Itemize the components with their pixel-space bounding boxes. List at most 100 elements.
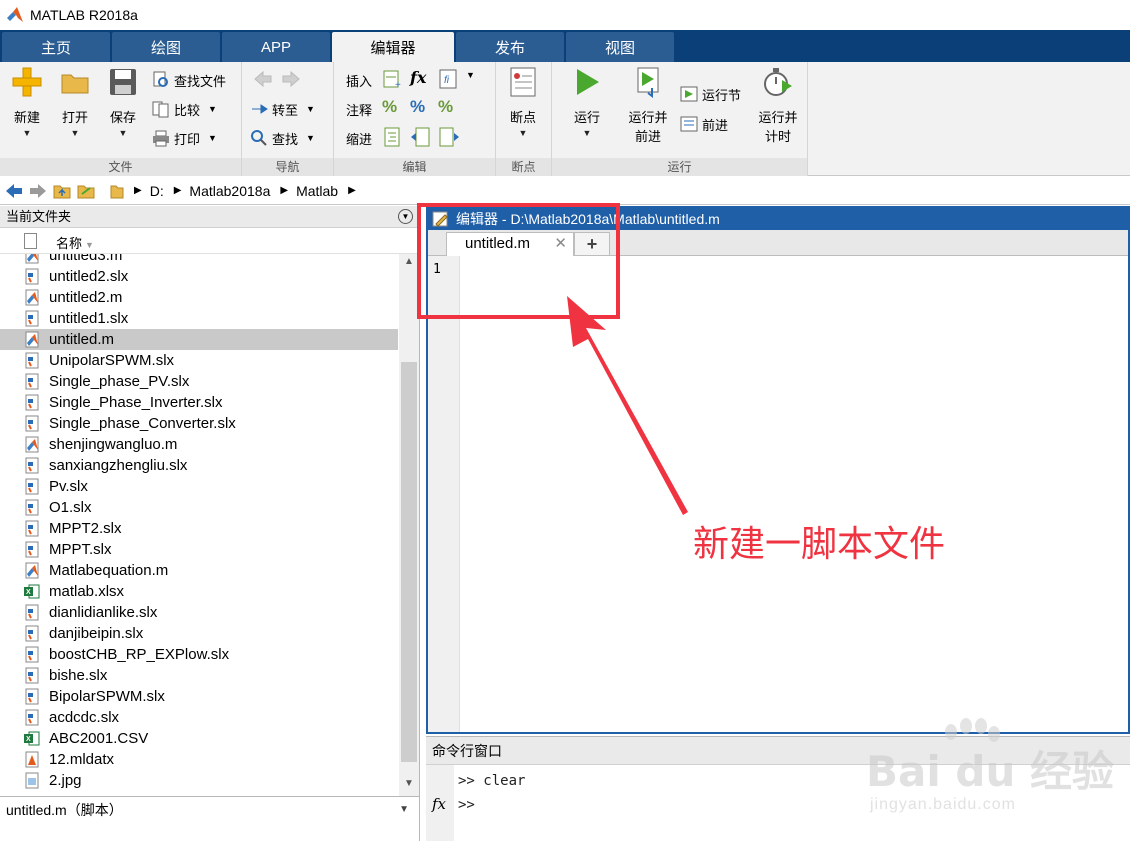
close-tab-icon[interactable]: ✕ [554,233,567,255]
file-row[interactable]: MPPT.slx [0,539,398,560]
annotation-text: 新建一脚本文件 [693,524,946,565]
file-row[interactable]: shenjingwangluo.m [0,434,398,455]
file-row[interactable]: 12.mldatx [0,749,398,770]
file-row[interactable]: untitled2.m [0,287,398,308]
find-files-button[interactable]: 查找文件 [152,68,226,92]
save-button[interactable]: 保存 ▼ [100,66,146,138]
ribbon: 新建 ▼ 打开 ▼ 保存 ▼ 查找文件 比较 ▼ 打印 ▼ 文件 转至 ▼ 查找… [0,62,1130,176]
editor-pencil-icon [432,211,448,227]
uncomment-percent-icon[interactable]: % [410,97,432,119]
current-folder-header: 当前文件夹 ▼ [0,206,419,228]
comment-percent-icon[interactable]: % [382,97,404,119]
tab-untitled-m[interactable]: untitled.m ✕ [446,232,574,256]
mldatx-file-icon [24,751,40,768]
fx-icon[interactable]: fx [410,68,432,90]
file-name: untitled2.m [49,289,123,306]
file-row[interactable]: dianlidianlike.slx [0,602,398,623]
breadcrumb-matlab[interactable]: Matlab [296,183,338,199]
matlab-script-icon [24,254,40,264]
decrease-indent-icon[interactable] [410,126,432,148]
file-row[interactable]: untitled3.m [0,254,398,266]
file-row[interactable]: X ABC2001.CSV [0,728,398,749]
up-folder-icon[interactable] [52,182,72,200]
back-icon[interactable] [252,68,274,90]
simulink-model-icon [24,688,40,705]
file-row[interactable]: UnipolarSPWM.slx [0,350,398,371]
forward-arrow-icon[interactable] [28,182,48,200]
file-list-scrollbar[interactable]: ▲ ▼ [399,254,419,796]
new-button[interactable]: 新建 ▼ [4,66,50,138]
file-row[interactable]: 2.jpg [0,770,398,791]
panel-menu-icon[interactable]: ▼ [398,209,413,224]
tab-publish[interactable]: 发布 [456,32,564,62]
file-row[interactable]: untitled1.slx [0,308,398,329]
file-row[interactable]: O1.slx [0,497,398,518]
file-row[interactable]: Xmatlab.xlsx [0,581,398,602]
open-button[interactable]: 打开 ▼ [52,66,98,138]
scrollbar-thumb[interactable] [401,362,417,762]
file-row[interactable]: BipolarSPWM.slx [0,686,398,707]
find-button[interactable]: 查找 ▼ [250,126,315,150]
file-row[interactable]: Matlabequation.m [0,560,398,581]
file-row[interactable]: acdcdc.slx [0,707,398,728]
tab-plots[interactable]: 绘图 [112,32,220,62]
excel-file-icon: X [24,730,40,747]
browse-folder-icon[interactable] [76,182,96,200]
increase-indent-icon[interactable] [438,126,460,148]
file-group: 新建 ▼ 打开 ▼ 保存 ▼ 查找文件 比较 ▼ 打印 ▼ 文件 [0,62,242,176]
run-and-time-button[interactable]: 运行并 计时 [752,66,804,145]
run-and-advance-button[interactable]: 运行并 前进 [622,66,674,145]
advance-button[interactable]: 前进 [680,112,728,136]
run-button[interactable]: 运行 ▼ [564,66,610,138]
wrap-comment-icon[interactable]: % [438,97,460,119]
file-row[interactable]: bishe.slx [0,665,398,686]
dropdown-arrow-icon[interactable]: ▼ [466,70,488,92]
insert-function-icon[interactable]: fi [438,68,460,90]
compare-button[interactable]: 比较 ▼ [152,97,217,121]
chevron-down-icon[interactable]: ▼ [399,797,409,823]
file-row[interactable]: Single_Phase_Inverter.slx [0,392,398,413]
file-row[interactable]: danjibeipin.slx [0,623,398,644]
breadcrumb-matlab2018a[interactable]: Matlab2018a [189,183,270,199]
scroll-down-icon[interactable]: ▼ [399,778,419,794]
tab-apps[interactable]: APP [222,32,330,62]
file-row[interactable]: sanxiangzhengliu.slx [0,455,398,476]
file-row[interactable]: boostCHB_RP_EXPlow.slx [0,644,398,665]
tab-view[interactable]: 视图 [566,32,674,62]
sort-arrow-icon: ▼ [85,240,94,250]
window-title: MATLAB R2018a [30,7,138,23]
goto-button[interactable]: 转至 ▼ [250,97,315,121]
file-row[interactable]: MPPT2.slx [0,518,398,539]
breadcrumb-separator-icon[interactable]: ▶ [348,185,356,196]
file-row[interactable]: untitled.m [0,329,398,350]
editor-titlebar: 编辑器 - D:\Matlab2018a\Matlab\untitled.m [428,208,1128,230]
smart-indent-icon[interactable] [382,126,404,148]
file-name: 2.jpg [49,772,82,789]
tab-home[interactable]: 主页 [2,32,110,62]
file-row[interactable]: untitled2.slx [0,266,398,287]
file-row[interactable]: Pv.slx [0,476,398,497]
navigate-group-label: 导航 [242,158,333,176]
function-browser-icon[interactable]: fx [432,795,446,813]
column-header[interactable]: 名称 ▼ [0,228,419,254]
file-details-bar[interactable]: untitled.m（脚本） ▼ [0,796,419,822]
insert-section-icon[interactable]: + [382,68,404,91]
breadcrumb-drive[interactable]: D: [150,183,164,199]
file-row[interactable]: Single_phase_PV.slx [0,371,398,392]
forward-icon[interactable] [280,68,302,90]
command-prompt[interactable]: >> [458,797,475,813]
tab-editor[interactable]: 编辑器 [332,32,454,62]
print-button[interactable]: 打印 ▼ [152,126,217,150]
scroll-up-icon[interactable]: ▲ [399,256,419,272]
breakpoints-button[interactable]: 断点 ▼ [500,66,546,138]
run-section-button[interactable]: 运行节 [680,82,741,106]
code-area[interactable]: 1 [428,256,1128,732]
title-bar: MATLAB R2018a [0,0,1130,30]
breadcrumb-separator-icon: ▶ [280,185,289,196]
name-column-header[interactable]: 名称 ▼ [56,233,94,252]
back-arrow-icon[interactable] [4,182,24,200]
file-name: untitled.m [49,331,115,348]
line-number: 1 [433,262,441,277]
new-tab-button[interactable]: + [574,232,610,256]
file-row[interactable]: Single_phase_Converter.slx [0,413,398,434]
